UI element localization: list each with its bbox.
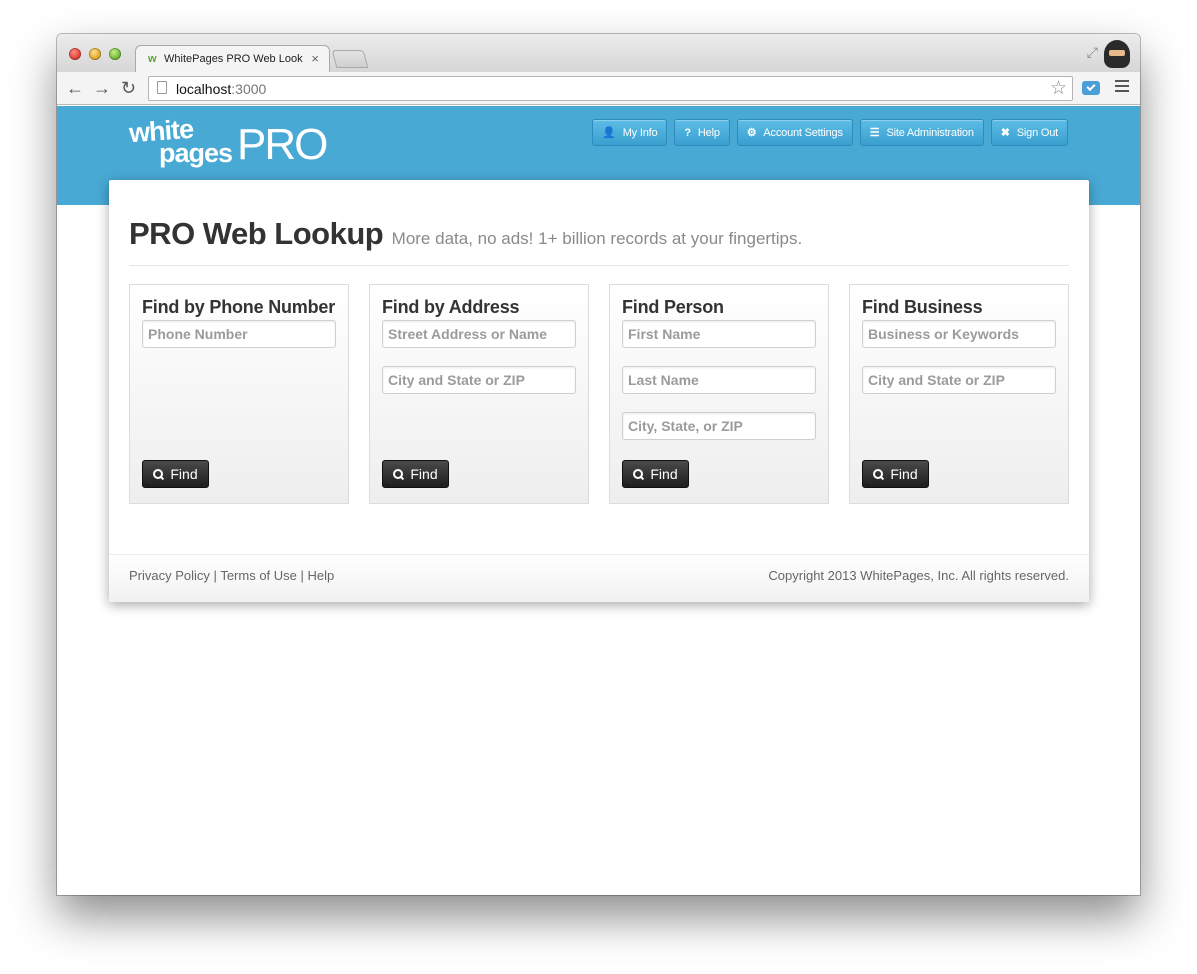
minimize-window-button[interactable] — [89, 48, 101, 60]
find-label: Find — [890, 466, 918, 482]
find-phone-button[interactable]: Find — [142, 460, 209, 488]
tab-title: WhitePages PRO Web Look — [164, 53, 303, 65]
search-icon — [153, 468, 164, 480]
gear-icon: ⚙ — [746, 127, 757, 139]
find-label: Find — [650, 466, 678, 482]
divider — [129, 265, 1069, 266]
address-bar[interactable]: localhost:3000 ☆ — [148, 76, 1073, 101]
site-administration-button[interactable]: ☰ Site Administration — [859, 119, 984, 146]
search-icon — [393, 468, 404, 480]
footer-links: Privacy Policy | Terms of Use | Help — [129, 568, 334, 583]
help-label: Help — [697, 126, 720, 139]
reload-icon[interactable]: ↻ — [121, 78, 136, 98]
new-tab-button[interactable] — [331, 50, 369, 68]
fullscreen-icon[interactable]: ⤢ — [1087, 44, 1098, 61]
incognito-avatar-icon — [1104, 40, 1130, 68]
favicon-icon: w — [148, 53, 157, 65]
phone-search-panel: Find by Phone Number Find — [129, 284, 349, 504]
page-icon — [157, 81, 167, 94]
find-person-button[interactable]: Find — [622, 460, 689, 488]
title-bar: w WhitePages PRO Web Look × ⤢ — [57, 34, 1140, 73]
list-icon: ☰ — [869, 127, 880, 139]
bookmark-star-icon[interactable]: ☆ — [1050, 77, 1067, 100]
browser-menu-icon[interactable] — [1115, 80, 1129, 94]
business-search-panel: Find Business Find — [849, 284, 1069, 504]
extension-icon[interactable] — [1082, 81, 1100, 95]
person-search-panel: Find Person Find — [609, 284, 829, 504]
browser-tab[interactable]: w WhitePages PRO Web Look × — [135, 45, 330, 73]
page-subtitle: More data, no ads! 1+ billion records at… — [391, 229, 803, 248]
panel-title: Find Business — [862, 297, 983, 317]
panel-title: Find by Address — [382, 297, 520, 317]
page-heading: PRO Web Lookup More data, no ads! 1+ bil… — [129, 216, 802, 252]
business-keywords-input[interactable] — [862, 320, 1056, 348]
find-label: Find — [170, 466, 198, 482]
address-city-state-zip-input[interactable] — [382, 366, 576, 394]
site-administration-label: Site Administration — [886, 126, 974, 139]
business-city-state-zip-input[interactable] — [862, 366, 1056, 394]
panel-title: Find by Phone Number — [142, 297, 336, 317]
footer-help-link[interactable]: Help — [308, 568, 335, 583]
person-city-state-zip-input[interactable] — [622, 412, 816, 440]
browser-toolbar: ← → ↻ localhost:3000 ☆ — [57, 72, 1140, 105]
find-address-button[interactable]: Find — [382, 460, 449, 488]
whitepages-pro-logo[interactable]: white pages PRO — [128, 114, 328, 170]
copyright-text: Copyright 2013 WhitePages, Inc. All righ… — [768, 568, 1069, 583]
sign-out-button[interactable]: ✖ Sign Out — [990, 119, 1068, 146]
street-address-input[interactable] — [382, 320, 576, 348]
main-card: PRO Web Lookup More data, no ads! 1+ bil… — [109, 180, 1089, 602]
search-panels: Find by Phone Number Find Find by Addres… — [129, 284, 1069, 504]
zoom-window-button[interactable] — [109, 48, 121, 60]
logo-pages-text: pages — [159, 138, 233, 168]
help-button[interactable]: ? Help — [674, 119, 730, 146]
forward-arrow-icon[interactable]: → — [93, 78, 111, 98]
url-port: :3000 — [231, 81, 267, 97]
footer: Privacy Policy | Terms of Use | Help Cop… — [109, 554, 1089, 602]
url-host: localhost — [176, 81, 232, 97]
address-search-panel: Find by Address Find — [369, 284, 589, 504]
phone-number-input[interactable] — [142, 320, 336, 348]
search-icon — [873, 468, 884, 480]
back-arrow-icon[interactable]: ← — [66, 78, 84, 98]
tab-close-icon[interactable]: × — [311, 51, 319, 66]
footer-separator: | — [213, 568, 217, 583]
question-icon: ? — [684, 126, 691, 139]
close-icon: ✖ — [1000, 127, 1010, 139]
panel-title: Find Person — [622, 297, 724, 317]
url-text: localhost:3000 — [176, 81, 266, 97]
close-window-button[interactable] — [69, 48, 81, 60]
find-business-button[interactable]: Find — [862, 460, 929, 488]
search-icon — [633, 468, 644, 480]
user-icon: 👤 — [602, 127, 616, 139]
first-name-input[interactable] — [622, 320, 816, 348]
footer-separator: | — [300, 568, 304, 583]
my-info-label: My Info — [622, 126, 658, 139]
privacy-policy-link[interactable]: Privacy Policy — [129, 568, 210, 583]
account-settings-button[interactable]: ⚙ Account Settings — [736, 119, 853, 146]
page-content: white pages PRO 👤 My Info ? Help ⚙ Accou… — [57, 106, 1140, 895]
my-info-button[interactable]: 👤 My Info — [592, 119, 668, 146]
logo-pro-text: PRO — [237, 120, 328, 169]
top-navigation: 👤 My Info ? Help ⚙ Account Settings ☰ Si… — [592, 119, 1068, 146]
sign-out-label: Sign Out — [1016, 126, 1058, 139]
find-label: Find — [410, 466, 438, 482]
browser-window: w WhitePages PRO Web Look × ⤢ ← → ↻ loca… — [57, 34, 1140, 895]
account-settings-label: Account Settings — [763, 126, 843, 139]
terms-of-use-link[interactable]: Terms of Use — [220, 568, 297, 583]
last-name-input[interactable] — [622, 366, 816, 394]
page-title: PRO Web Lookup — [129, 216, 384, 251]
